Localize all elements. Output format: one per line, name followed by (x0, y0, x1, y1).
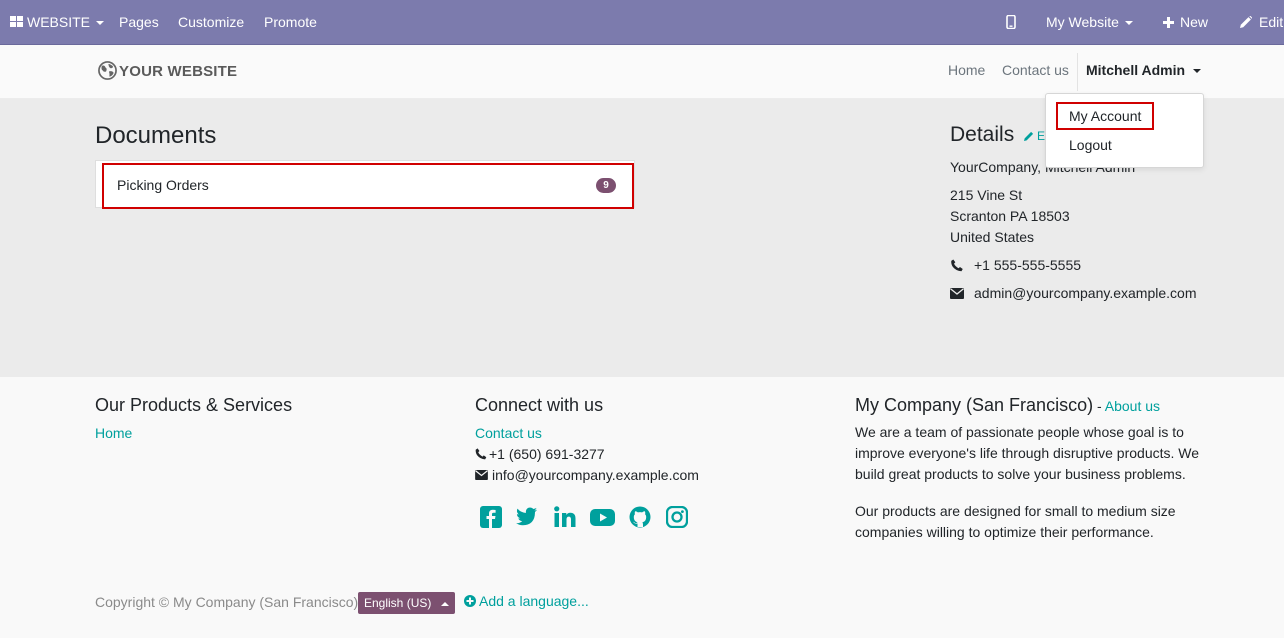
count-badge: 9 (596, 178, 616, 193)
details-city: Scranton PA 18503 (950, 208, 1070, 224)
site-selector-label: My Website (1046, 14, 1119, 30)
footer-company-sep: - (1093, 398, 1105, 414)
add-language-link[interactable]: Add a language... (464, 593, 589, 609)
twitter-icon[interactable] (516, 506, 538, 528)
envelope-icon (475, 470, 488, 480)
mobile-preview-button[interactable] (1006, 0, 1016, 45)
chevron-down-icon (1193, 69, 1202, 74)
phone-icon (475, 448, 487, 460)
user-dropdown: My Account Logout (1045, 93, 1204, 168)
pencil-icon (1240, 15, 1253, 28)
new-button-label: New (1180, 14, 1209, 30)
instagram-icon[interactable] (666, 506, 688, 528)
globe-icon (98, 61, 117, 80)
my-account-link[interactable]: My Account (1056, 102, 1154, 130)
footer-company-title: My Company (San Francisco) (855, 395, 1094, 415)
documents-title: Documents (95, 122, 217, 149)
site-logo[interactable]: YOUR WEBSITE (98, 61, 237, 83)
footer-home-link[interactable]: Home (95, 425, 132, 441)
plus-icon (1163, 17, 1174, 28)
document-item-picking-orders[interactable]: Picking Orders 9 (102, 163, 634, 209)
nav-divider (1077, 53, 1078, 91)
site-footer: Our Products & Services Home Connect wit… (0, 377, 1284, 638)
logout-link[interactable]: Logout (1056, 131, 1182, 159)
details-email: admin@yourcompany.example.com (974, 285, 1197, 301)
footer-company-heading: My Company (San Francisco) - About us (855, 395, 1160, 416)
envelope-icon (950, 288, 964, 299)
footer-contact-link[interactable]: Contact us (475, 425, 542, 441)
website-menu-label: WEBSITE (27, 14, 91, 30)
language-selector[interactable]: English (US) (358, 592, 456, 614)
pencil-icon (1024, 131, 1034, 141)
chevron-down-icon (1124, 21, 1133, 26)
footer-connect-title: Connect with us (475, 395, 604, 415)
add-language-label: Add a language... (479, 593, 589, 609)
details-phone: +1 555-555-5555 (974, 257, 1082, 273)
youtube-icon[interactable] (590, 506, 615, 528)
details-title: Details (950, 123, 1015, 146)
github-icon[interactable] (629, 506, 651, 528)
apps-grid-icon (10, 16, 23, 27)
edit-button[interactable]: Edit (1240, 0, 1283, 45)
promote-menu[interactable]: Promote (264, 0, 317, 45)
language-selector-label: English (US) (364, 596, 432, 610)
nav-home[interactable]: Home (948, 62, 985, 78)
footer-about-text-2: Our products are designed for small to m… (855, 503, 1176, 540)
details-street: 215 Vine St (950, 187, 1023, 203)
facebook-icon[interactable] (480, 506, 502, 528)
admin-bar: WEBSITE Pages Customize Promote My Websi… (0, 0, 1284, 45)
edit-button-label: Edit (1259, 14, 1284, 30)
chevron-down-icon (96, 21, 105, 26)
site-header: YOUR WEBSITE Home Contact us Mitchell Ad… (0, 45, 1284, 99)
plus-circle-icon (464, 595, 476, 607)
chevron-up-icon (441, 601, 450, 606)
user-name: Mitchell Admin (1086, 62, 1186, 78)
details-country: United States (950, 229, 1035, 245)
customize-menu[interactable]: Customize (178, 0, 244, 45)
nav-contact-us[interactable]: Contact us (1002, 62, 1069, 78)
linkedin-icon[interactable] (554, 506, 576, 528)
new-button[interactable]: New (1163, 0, 1208, 45)
footer-about-link[interactable]: About us (1105, 398, 1160, 414)
footer-email: info@yourcompany.example.com (492, 467, 699, 483)
footer-about-text-1: We are a team of passionate people whose… (855, 424, 1200, 482)
site-selector[interactable]: My Website (1046, 0, 1133, 45)
footer-phone: +1 (650) 691-3277 (489, 446, 605, 462)
copyright-text: Copyright © My Company (San Francisco) (95, 594, 359, 610)
site-logo-text: YOUR WEBSITE (119, 63, 238, 80)
document-item-label: Picking Orders (117, 177, 209, 193)
user-menu[interactable]: Mitchell Admin (1086, 62, 1202, 78)
phone-icon (951, 259, 963, 272)
website-menu[interactable]: WEBSITE (10, 0, 105, 45)
pages-menu[interactable]: Pages (119, 0, 159, 45)
footer-products-title: Our Products & Services (95, 395, 293, 415)
documents-list: Picking Orders 9 (95, 160, 635, 209)
mobile-icon (1006, 14, 1016, 30)
